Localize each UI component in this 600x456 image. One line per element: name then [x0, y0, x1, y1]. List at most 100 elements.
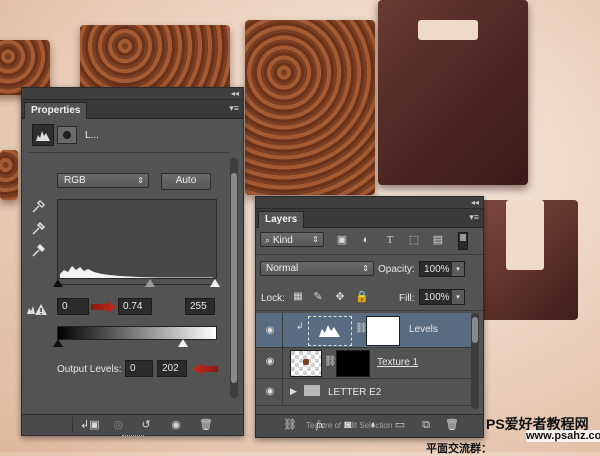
levels-adjustment-icon[interactable]	[32, 124, 54, 146]
properties-tabbar: Properties ▾≡	[22, 100, 243, 119]
output-black-field[interactable]: 0	[125, 360, 153, 377]
blend-mode-value: Normal	[266, 263, 299, 274]
dropdown-arrow-icon: ⇕	[137, 176, 144, 185]
auto-button[interactable]: Auto	[161, 173, 211, 190]
dropdown-arrow-icon: ⇕	[312, 235, 319, 244]
divider	[256, 254, 483, 255]
lock-all-icon[interactable]: 🔒	[354, 290, 370, 304]
fill-value: 100%	[424, 292, 450, 303]
black-point-eyedropper-icon[interactable]	[31, 199, 46, 214]
preset-dropdown[interactable]: RGB ⇕	[57, 173, 149, 188]
tab-layers[interactable]: Layers	[258, 211, 305, 228]
black-output-handle[interactable]	[53, 339, 63, 347]
filter-kind-dropdown[interactable]: ⌕ Kind ⇕	[260, 232, 324, 247]
delete-trash-icon[interactable]: 🗑	[198, 418, 214, 432]
collapse-icon[interactable]: ◂◂	[471, 197, 479, 208]
layer-name[interactable]: Texture 1	[377, 357, 418, 368]
visibility-eye-icon[interactable]: ◉	[264, 325, 276, 336]
black-input-handle[interactable]	[53, 279, 63, 287]
gamma-input-handle[interactable]	[145, 279, 155, 287]
opacity-field[interactable]: 100% ▾	[419, 261, 465, 277]
divider	[28, 152, 229, 153]
layer-row-levels[interactable]: ◉ ↲ ⛓ Levels	[256, 313, 471, 348]
adjustment-filter-icon[interactable]: ◐	[358, 233, 374, 247]
output-levels-label: Output Levels:	[57, 364, 122, 375]
scroll-thumb[interactable]	[231, 173, 237, 383]
dropdown-arrow-icon[interactable]: ▾	[452, 290, 464, 304]
view-previous-state-icon[interactable]: ◎	[110, 418, 126, 432]
divider	[256, 310, 483, 311]
layer-mask-thumbnail[interactable]	[336, 350, 370, 377]
panel-menu-icon[interactable]: ▾≡	[469, 212, 479, 223]
visibility-eye-icon[interactable]: ◉	[264, 386, 276, 397]
cake-letter-block	[0, 150, 18, 200]
layer-row-texture[interactable]: ◉ ⛓ Texture 1	[256, 348, 471, 379]
collapse-icon[interactable]: ◂◂	[231, 88, 239, 99]
blend-mode-dropdown[interactable]: Normal ⇕	[260, 261, 374, 276]
white-input-handle[interactable]	[210, 279, 220, 287]
watermark: PS爱好者教程网 www.psahz.com 平面交流群：	[410, 416, 600, 455]
layers-tabbar: Layers ▾≡	[256, 209, 483, 228]
gray-point-eyedropper-icon[interactable]	[31, 221, 46, 236]
clip-to-layer-icon[interactable]: ↲▣	[80, 418, 100, 432]
input-levels-slider[interactable]	[53, 279, 220, 289]
expand-arrow-icon[interactable]: ▶	[290, 386, 297, 397]
divider	[282, 313, 283, 347]
white-point-eyedropper-icon[interactable]	[31, 243, 46, 258]
lock-label: Lock:	[261, 293, 285, 304]
texture-layer-thumbnail[interactable]	[290, 350, 322, 377]
layers-panel: ◂◂ Layers ▾≡ ⌕ Kind ⇕ ▣ ◐ T ⬚ ▤ Normal ⇕…	[255, 196, 484, 438]
type-filter-icon[interactable]: T	[382, 233, 398, 247]
panel-menu-icon[interactable]: ▾≡	[229, 103, 239, 114]
clipping-arrow-icon: ↲	[296, 321, 304, 331]
chocolate-letter-block	[478, 200, 578, 320]
filter-toggle-icon[interactable]	[458, 232, 468, 250]
panel-titlebar[interactable]: ◂◂	[256, 197, 483, 209]
lock-transparency-icon[interactable]: ▦	[290, 290, 306, 304]
preset-value: RGB	[64, 175, 86, 186]
clipping-warning-icon[interactable]	[26, 302, 48, 316]
white-output-handle[interactable]	[178, 339, 188, 347]
cake-letter-block	[245, 20, 375, 195]
output-levels-slider[interactable]	[53, 339, 215, 349]
input-black-field[interactable]: 0	[57, 298, 89, 315]
dropdown-arrow-icon[interactable]: ▾	[452, 262, 464, 276]
scroll-thumb[interactable]	[472, 317, 478, 343]
watermark-group: 平面交流群：	[426, 443, 492, 455]
visibility-eye-icon[interactable]: ◉	[264, 356, 276, 367]
divider	[282, 348, 283, 378]
footer-overlay-text: Texture of Edit Selection	[306, 421, 393, 430]
folder-icon	[304, 385, 320, 396]
visibility-eye-icon[interactable]: ◉	[168, 418, 184, 432]
tab-properties[interactable]: Properties	[24, 102, 88, 119]
dropdown-arrow-icon: ⇕	[362, 264, 369, 273]
link-layers-icon[interactable]: ⛓	[282, 418, 298, 432]
mask-link-icon[interactable]: ⛓	[324, 356, 337, 367]
shape-filter-icon[interactable]: ⬚	[406, 233, 422, 247]
output-white-field[interactable]: 202	[157, 360, 187, 377]
red-arrow-annotation	[91, 301, 117, 313]
lock-position-icon[interactable]: ✥	[332, 290, 348, 304]
fill-field[interactable]: 100% ▾	[419, 289, 465, 305]
divider	[72, 417, 73, 433]
search-icon: ⌕	[265, 235, 271, 245]
input-white-field[interactable]: 255	[185, 298, 215, 315]
lock-image-pixels-icon[interactable]: ✎	[310, 290, 326, 304]
panel-titlebar[interactable]: ◂◂	[22, 88, 243, 100]
pixel-filter-icon[interactable]: ▣	[334, 233, 350, 247]
properties-scrollbar[interactable]	[230, 158, 238, 398]
levels-adjustment-thumbnail[interactable]	[308, 316, 352, 346]
divider	[282, 379, 283, 405]
chocolate-letter-block	[378, 0, 528, 185]
layer-name[interactable]: LETTER E2	[328, 387, 381, 398]
layer-row-group[interactable]: ◉ ▶ LETTER E2	[256, 379, 471, 406]
layers-scrollbar[interactable]	[471, 313, 479, 409]
reset-icon[interactable]: ↺	[138, 418, 154, 432]
new-group-icon[interactable]: ▭	[392, 418, 408, 432]
input-gamma-field[interactable]: 0.74	[118, 298, 152, 315]
layer-name[interactable]: Levels	[409, 324, 438, 335]
resize-grip[interactable]	[122, 435, 144, 439]
smart-object-filter-icon[interactable]: ▤	[430, 233, 446, 247]
layer-mask-thumbnail[interactable]	[366, 316, 400, 346]
layer-mask-icon[interactable]	[57, 126, 77, 144]
